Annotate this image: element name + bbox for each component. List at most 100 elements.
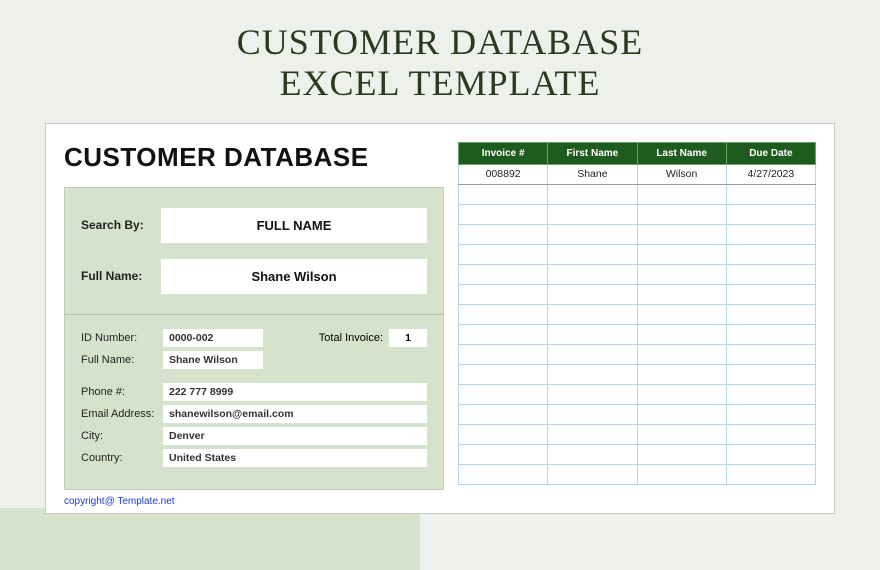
table-cell[interactable]	[726, 224, 815, 244]
table-cell[interactable]	[548, 184, 637, 204]
table-cell[interactable]	[637, 324, 726, 344]
table-cell[interactable]: Shane	[548, 164, 637, 184]
table-cell[interactable]	[726, 184, 815, 204]
table-cell[interactable]	[726, 204, 815, 224]
table-cell[interactable]	[637, 444, 726, 464]
table-cell[interactable]	[459, 344, 548, 364]
table-cell[interactable]	[548, 384, 637, 404]
table-cell[interactable]	[548, 244, 637, 264]
table-cell[interactable]	[637, 264, 726, 284]
table-cell[interactable]	[459, 404, 548, 424]
table-cell[interactable]	[548, 224, 637, 244]
name-value[interactable]: Shane Wilson	[163, 351, 263, 369]
table-cell[interactable]	[726, 284, 815, 304]
col-last-name[interactable]: Last Name	[637, 142, 726, 164]
table-cell[interactable]	[726, 304, 815, 324]
table-cell[interactable]	[637, 184, 726, 204]
email-label: Email Address:	[81, 408, 163, 420]
table-cell[interactable]	[637, 404, 726, 424]
table-cell[interactable]	[637, 284, 726, 304]
table-cell[interactable]	[459, 464, 548, 484]
table-cell[interactable]	[548, 284, 637, 304]
table-cell[interactable]	[726, 404, 815, 424]
table-cell[interactable]	[548, 464, 637, 484]
total-invoice-value[interactable]: 1	[389, 329, 427, 347]
table-cell[interactable]	[548, 324, 637, 344]
table-cell[interactable]	[726, 444, 815, 464]
table-cell[interactable]	[548, 444, 637, 464]
table-cell[interactable]	[637, 244, 726, 264]
table-row[interactable]	[459, 304, 816, 324]
table-cell[interactable]	[637, 424, 726, 444]
table-row[interactable]	[459, 444, 816, 464]
table-cell[interactable]	[726, 364, 815, 384]
table-cell[interactable]	[548, 344, 637, 364]
table-cell[interactable]	[459, 244, 548, 264]
table-cell[interactable]	[459, 324, 548, 344]
table-cell[interactable]	[459, 444, 548, 464]
table-cell[interactable]	[459, 424, 548, 444]
table-cell[interactable]	[459, 264, 548, 284]
table-cell[interactable]	[726, 424, 815, 444]
search-by-select[interactable]: FULL NAME	[161, 208, 427, 243]
table-cell[interactable]	[637, 204, 726, 224]
table-row[interactable]	[459, 364, 816, 384]
table-cell[interactable]	[548, 264, 637, 284]
table-cell[interactable]	[637, 304, 726, 324]
table-row[interactable]: 008892ShaneWilson4/27/2023	[459, 164, 816, 184]
search-panel: Search By: FULL NAME Full Name: Shane Wi…	[64, 187, 444, 490]
table-cell[interactable]: 008892	[459, 164, 548, 184]
table-cell[interactable]	[726, 324, 815, 344]
table-cell[interactable]	[459, 304, 548, 324]
table-row[interactable]	[459, 244, 816, 264]
table-cell[interactable]	[459, 384, 548, 404]
col-first-name[interactable]: First Name	[548, 142, 637, 164]
table-row[interactable]	[459, 204, 816, 224]
city-value[interactable]: Denver	[163, 427, 427, 445]
col-due-date[interactable]: Due Date	[726, 142, 815, 164]
table-cell[interactable]	[548, 204, 637, 224]
table-cell[interactable]	[548, 304, 637, 324]
table-cell[interactable]	[459, 184, 548, 204]
title-line2: EXCEL TEMPLATE	[280, 63, 601, 103]
table-row[interactable]	[459, 224, 816, 244]
id-value[interactable]: 0000-002	[163, 329, 263, 347]
table-cell[interactable]: 4/27/2023	[726, 164, 815, 184]
table-row[interactable]	[459, 464, 816, 484]
total-invoice-label: Total Invoice:	[319, 332, 383, 344]
table-row[interactable]	[459, 264, 816, 284]
table-cell[interactable]	[459, 364, 548, 384]
table-cell[interactable]	[726, 464, 815, 484]
table-cell[interactable]	[637, 224, 726, 244]
table-row[interactable]	[459, 424, 816, 444]
table-cell[interactable]	[726, 244, 815, 264]
name-label: Full Name:	[81, 354, 163, 366]
col-invoice[interactable]: Invoice #	[459, 142, 548, 164]
sheet-heading: CUSTOMER DATABASE	[64, 142, 444, 173]
table-row[interactable]	[459, 404, 816, 424]
table-cell[interactable]	[459, 204, 548, 224]
table-cell[interactable]	[459, 284, 548, 304]
full-name-input[interactable]: Shane Wilson	[161, 259, 427, 294]
table-cell[interactable]: Wilson	[637, 164, 726, 184]
table-cell[interactable]	[548, 404, 637, 424]
table-row[interactable]	[459, 384, 816, 404]
phone-value[interactable]: 222 777 8999	[163, 383, 427, 401]
table-cell[interactable]	[548, 364, 637, 384]
table-row[interactable]	[459, 324, 816, 344]
table-row[interactable]	[459, 344, 816, 364]
table-cell[interactable]	[726, 264, 815, 284]
table-cell[interactable]	[459, 224, 548, 244]
email-value[interactable]: shanewilson@email.com	[163, 405, 427, 423]
table-row[interactable]	[459, 184, 816, 204]
country-value[interactable]: United States	[163, 449, 427, 467]
table-cell[interactable]	[637, 364, 726, 384]
table-cell[interactable]	[637, 384, 726, 404]
table-cell[interactable]	[637, 344, 726, 364]
copyright-link[interactable]: copyright@ Template.net	[64, 496, 816, 507]
table-row[interactable]	[459, 284, 816, 304]
table-cell[interactable]	[726, 344, 815, 364]
table-cell[interactable]	[637, 464, 726, 484]
table-cell[interactable]	[726, 384, 815, 404]
table-cell[interactable]	[548, 424, 637, 444]
